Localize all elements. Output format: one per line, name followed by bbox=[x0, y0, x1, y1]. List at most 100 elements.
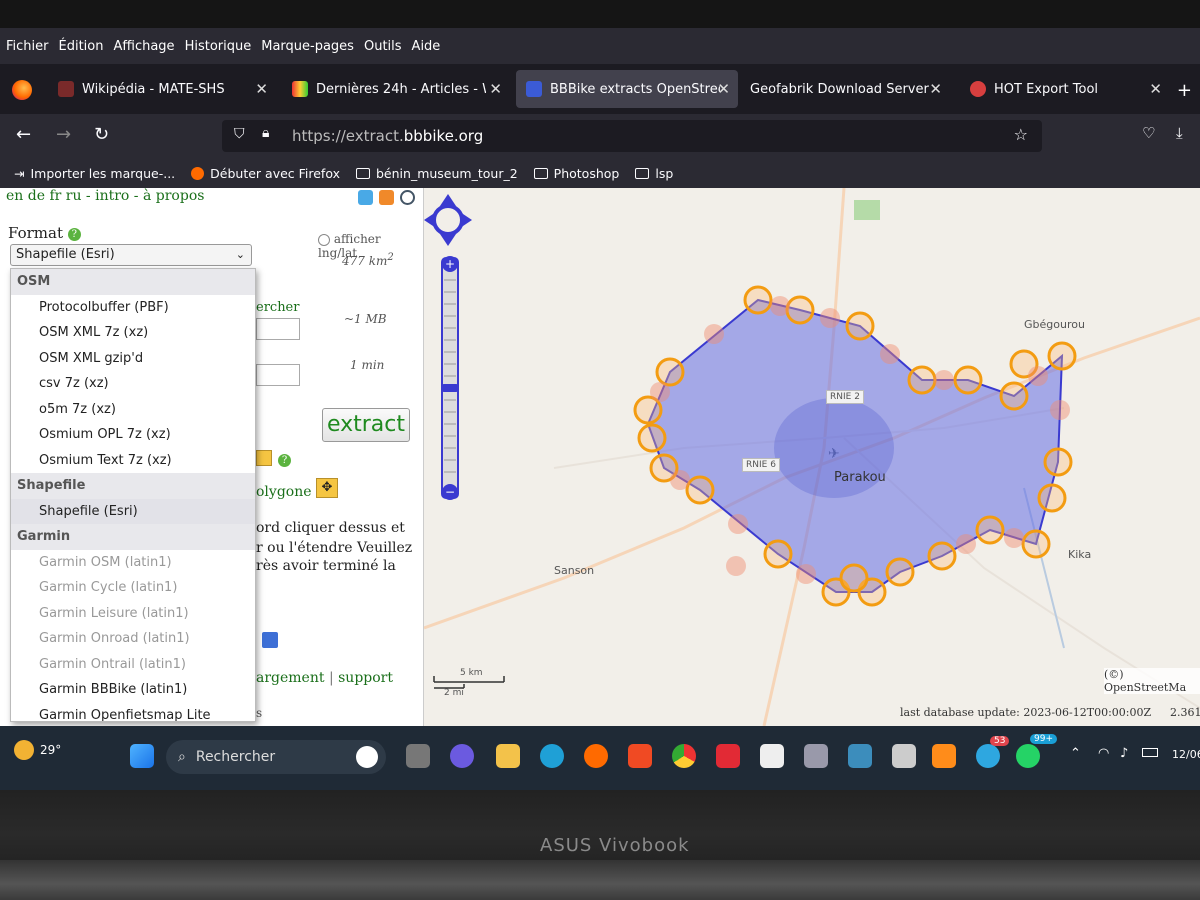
close-icon[interactable]: ✕ bbox=[929, 80, 942, 98]
bookmark-firefox[interactable]: Débuter avec Firefox bbox=[191, 166, 340, 181]
bookmarks-bar: ⇥ Importer les marque-... Débuter avec Fi… bbox=[0, 158, 1200, 188]
format-select[interactable]: Shapefile (Esri) ⌄ bbox=[10, 244, 252, 266]
close-icon[interactable]: ✕ bbox=[1149, 80, 1162, 98]
snipping-tool-icon[interactable] bbox=[892, 744, 916, 768]
download-icon[interactable]: ⤓ bbox=[1176, 124, 1183, 142]
menu-item[interactable]: Marque-pages bbox=[261, 39, 354, 54]
dropdown-option[interactable]: Garmin Onroad (latin1) bbox=[11, 626, 255, 652]
telegram-icon[interactable] bbox=[976, 744, 1000, 768]
chrome-icon[interactable] bbox=[672, 744, 696, 768]
battery-icon[interactable] bbox=[1142, 748, 1158, 757]
tab-wikis[interactable]: Dernières 24h - Articles - Wikis ✕ bbox=[282, 70, 510, 108]
edge-icon[interactable] bbox=[540, 744, 564, 768]
help-icon[interactable]: ? bbox=[67, 227, 81, 241]
teams-icon[interactable] bbox=[450, 744, 474, 768]
app-icon[interactable] bbox=[262, 632, 278, 648]
twitter-icon[interactable] bbox=[358, 190, 373, 205]
notification-badge: 53 bbox=[990, 736, 1010, 746]
compass-icon[interactable] bbox=[400, 190, 415, 205]
tab-geofabrik[interactable]: Geofabrik Download Server ✕ bbox=[740, 70, 950, 108]
close-icon[interactable]: ✕ bbox=[255, 80, 268, 98]
dropdown-option[interactable]: Garmin Ontrail (latin1) bbox=[11, 652, 255, 678]
chevron-up-icon[interactable]: ⌃ bbox=[1070, 746, 1081, 761]
time-estimate: 1 min bbox=[350, 358, 385, 372]
dropdown-group-label: Shapefile bbox=[11, 473, 255, 499]
dropdown-option[interactable]: Garmin Openfietsmap Lite (latin1) bbox=[11, 703, 255, 722]
folder-icon bbox=[635, 167, 650, 179]
menu-item[interactable]: Outils bbox=[364, 39, 402, 54]
bookmark-folder-benin[interactable]: bénin_museum_tour_2 bbox=[356, 166, 518, 181]
close-icon[interactable]: ✕ bbox=[717, 80, 730, 98]
dropdown-option[interactable]: OSM XML 7z (xz) bbox=[11, 320, 255, 346]
bookmark-import[interactable]: ⇥ Importer les marque-... bbox=[14, 166, 175, 181]
tab-hot-export[interactable]: HOT Export Tool ✕ bbox=[960, 70, 1170, 108]
map[interactable]: + − ✈ Parakou Gbégourou Sanson Kika RNIE… bbox=[424, 188, 1200, 726]
menu-item[interactable]: Fichier bbox=[6, 39, 49, 54]
screen: Fichier Édition Affichage Historique Marque-… bbox=[0, 28, 1200, 790]
shield-icon[interactable]: ⛉ bbox=[234, 126, 245, 142]
dropdown-option[interactable]: OSM XML gzip'd bbox=[11, 346, 255, 372]
input-field[interactable] bbox=[256, 318, 300, 340]
menu-item[interactable]: Édition bbox=[59, 39, 104, 54]
dropdown-option[interactable]: Garmin Leisure (latin1) bbox=[11, 601, 255, 627]
input-field[interactable] bbox=[256, 364, 300, 386]
help-icon[interactable]: ? bbox=[278, 454, 291, 467]
file-explorer-icon[interactable] bbox=[496, 744, 520, 768]
bookmark-folder-photoshop[interactable]: Photoshop bbox=[533, 166, 619, 181]
wikis-favicon-icon bbox=[292, 81, 308, 97]
reload-icon[interactable]: ↻ bbox=[94, 124, 109, 145]
menu-item[interactable]: Aide bbox=[412, 39, 441, 54]
wifi-icon[interactable]: ◠ bbox=[1098, 746, 1109, 761]
laptop-brand-label: ASUS Vivobook bbox=[540, 835, 690, 856]
hot-favicon-icon bbox=[970, 81, 986, 97]
back-arrow-icon[interactable]: ← bbox=[16, 124, 31, 145]
wikipedia-app-icon[interactable] bbox=[760, 744, 784, 768]
radio-button[interactable] bbox=[318, 233, 330, 246]
menu-item[interactable]: Affichage bbox=[113, 39, 174, 54]
taskbar-search[interactable]: ⌕ Rechercher bbox=[166, 740, 386, 774]
new-tab-plus-icon[interactable]: + bbox=[1177, 80, 1192, 101]
bing-icon[interactable] bbox=[356, 746, 378, 768]
dropdown-option[interactable]: Protocolbuffer (PBF) bbox=[11, 295, 255, 321]
polygon-link-partial[interactable]: olygone bbox=[256, 484, 312, 500]
forward-arrow-icon[interactable]: → bbox=[56, 124, 71, 145]
dropdown-option[interactable]: Shapefile (Esri) bbox=[11, 498, 255, 524]
dropdown-option[interactable]: Osmium OPL 7z (xz) bbox=[11, 422, 255, 448]
search-link-partial[interactable]: ercher bbox=[256, 300, 299, 315]
magnifier-app-icon[interactable] bbox=[848, 744, 872, 768]
menu-item[interactable]: Historique bbox=[185, 39, 252, 54]
windows-start-icon[interactable] bbox=[130, 744, 154, 768]
url-bar[interactable]: ⛉ 🔒︎ https://extract. bbbike.org ☆ bbox=[222, 120, 1042, 152]
dropdown-option[interactable]: o5m 7z (xz) bbox=[11, 397, 255, 423]
bookmark-folder-lsp[interactable]: lsp bbox=[635, 166, 673, 181]
whatsapp-icon[interactable] bbox=[1016, 744, 1040, 768]
firefox-taskbar-icon[interactable] bbox=[584, 744, 608, 768]
close-icon[interactable]: ✕ bbox=[489, 80, 502, 98]
app-icon[interactable] bbox=[804, 744, 828, 768]
map-attribution[interactable]: (©) OpenStreetMa bbox=[1104, 668, 1200, 694]
volume-icon[interactable]: ♪ bbox=[1120, 746, 1128, 761]
tab-bbbike[interactable]: BBBike extracts OpenStreetMap ✕ bbox=[516, 70, 738, 108]
lock-icon[interactable]: 🔒︎ bbox=[262, 125, 269, 141]
dropdown-option[interactable]: Osmium Text 7z (xz) bbox=[11, 448, 255, 474]
rss-icon[interactable] bbox=[379, 190, 394, 205]
dropdown-option[interactable]: csv 7z (xz) bbox=[11, 371, 255, 397]
tab-wikipedia[interactable]: Wikipédia - MATE-SHS ✕ bbox=[48, 70, 276, 108]
language-links[interactable]: en de fr ru - intro - à propos bbox=[6, 188, 204, 204]
brave-icon[interactable] bbox=[628, 744, 652, 768]
move-arrows-icon[interactable]: ✥ bbox=[316, 478, 338, 498]
weather-widget[interactable]: 29° bbox=[14, 740, 61, 760]
bookmark-star-icon[interactable]: ☆ bbox=[1014, 125, 1028, 144]
task-view-icon[interactable] bbox=[406, 744, 430, 768]
pocket-icon[interactable]: ♡ bbox=[1142, 124, 1155, 142]
windows-taskbar: 29° ⌕ Rechercher 53 99+ ⌃ ◠ ♪ 12/06 bbox=[0, 726, 1200, 790]
sublime-icon[interactable] bbox=[932, 744, 956, 768]
clock[interactable]: 12/06 bbox=[1172, 748, 1200, 761]
dropdown-option[interactable]: Garmin Cycle (latin1) bbox=[11, 575, 255, 601]
vivaldi-icon[interactable] bbox=[716, 744, 740, 768]
edit-icon[interactable] bbox=[256, 450, 272, 466]
extract-button[interactable]: extract bbox=[322, 408, 410, 442]
dropdown-option[interactable]: Garmin OSM (latin1) bbox=[11, 550, 255, 576]
dropdown-option[interactable]: Garmin BBBike (latin1) bbox=[11, 677, 255, 703]
firefox-logo-icon[interactable] bbox=[12, 80, 32, 100]
